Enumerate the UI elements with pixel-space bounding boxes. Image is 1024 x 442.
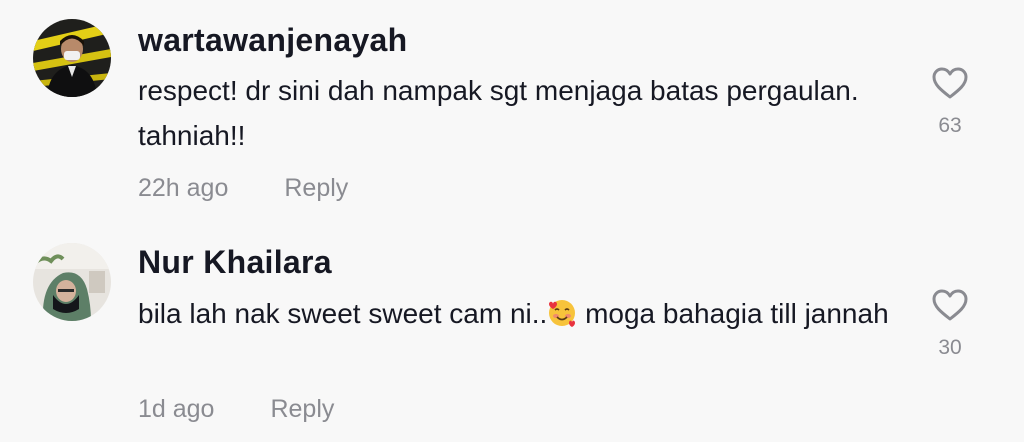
comment-meta: 22h ago Reply — [138, 174, 348, 203]
comment-text: respect! dr sini dah nampak sgt menjaga … — [138, 75, 859, 151]
avatar[interactable] — [33, 243, 111, 321]
timestamp: 1d ago — [138, 395, 215, 423]
comment-text-part: bila lah nak sweet sweet cam ni.. — [138, 298, 548, 329]
reply-button[interactable]: Reply — [284, 174, 348, 203]
heart-outline-icon — [932, 289, 968, 321]
avatar-image — [33, 243, 111, 321]
username[interactable]: Nur Khailara — [138, 244, 332, 281]
comment-meta: 1d ago Reply — [138, 395, 334, 424]
like-count: 30 — [938, 336, 962, 359]
comment-item: wartawanjenayah respect! dr sini dah nam… — [0, 0, 1024, 221]
smiling-face-with-hearts-icon — [549, 300, 576, 327]
like-button[interactable]: 30 — [920, 288, 980, 360]
comment-item: Nur Khailara bila lah nak sweet sweet ca… — [0, 221, 1024, 442]
avatar[interactable] — [33, 19, 111, 97]
avatar-image — [33, 19, 111, 97]
like-button[interactable]: 63 — [920, 66, 980, 138]
heart-outline-icon — [932, 67, 968, 99]
like-count: 63 — [938, 114, 962, 137]
username[interactable]: wartawanjenayah — [138, 22, 408, 59]
comment-text-part: moga bahagia till jannah — [577, 298, 889, 329]
timestamp: 22h ago — [138, 174, 229, 202]
reply-button[interactable]: Reply — [270, 395, 334, 424]
comment-text: bila lah nak sweet sweet cam ni.. moga b… — [138, 291, 898, 336]
